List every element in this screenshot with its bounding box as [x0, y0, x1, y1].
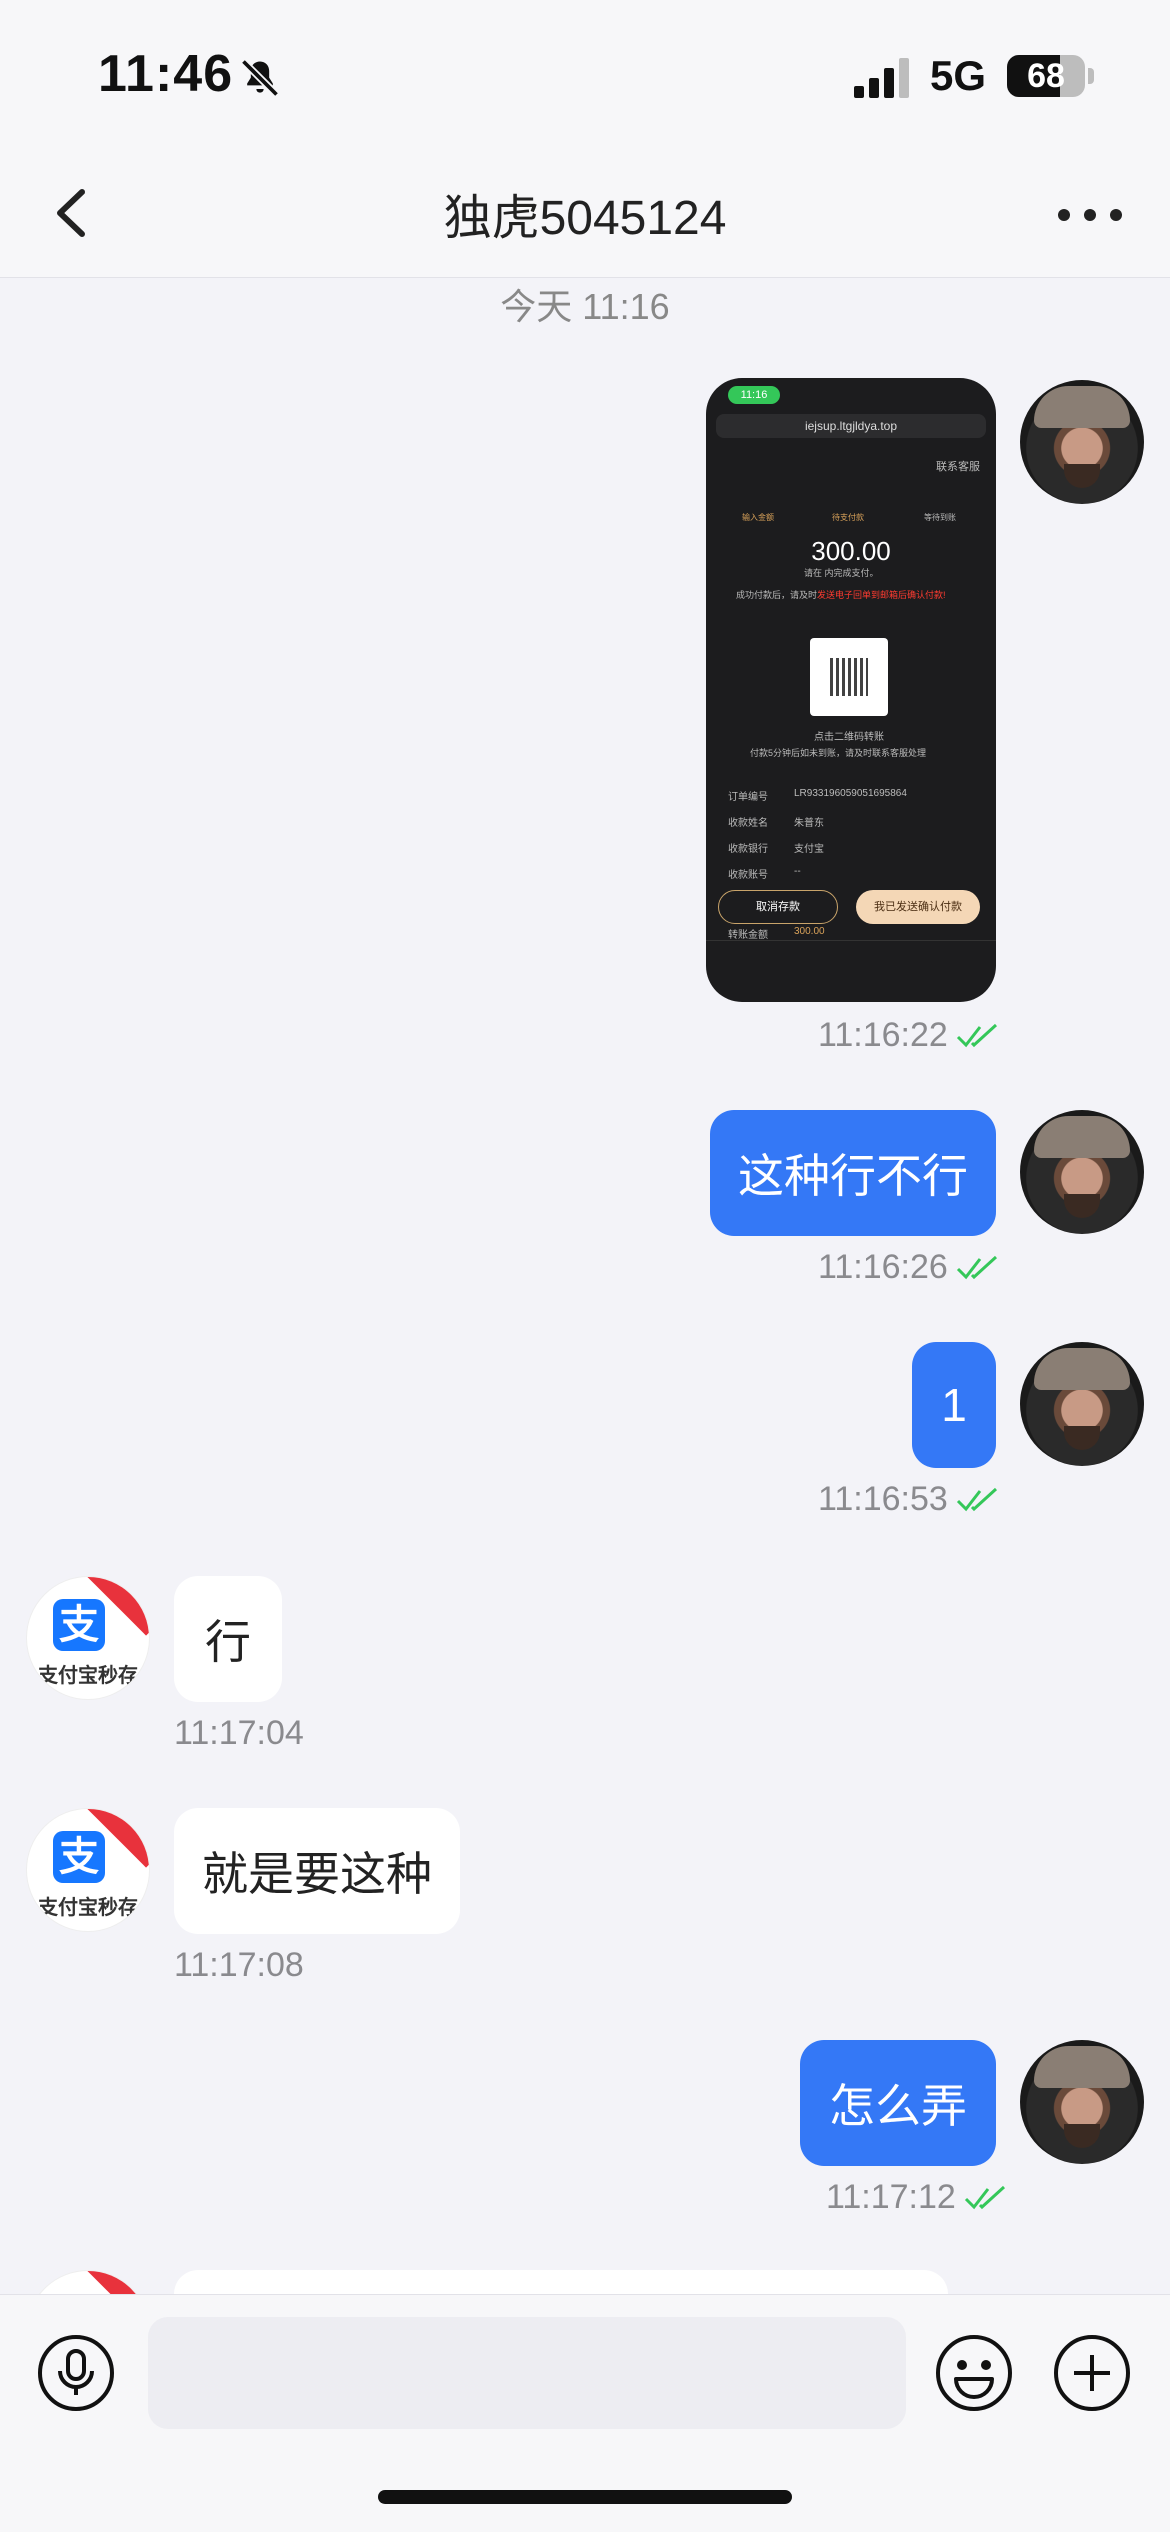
- double-check-icon: [956, 1487, 997, 1511]
- shot-row-value: 支付宝: [794, 844, 824, 855]
- message-meta: 11:16:22: [818, 1016, 1000, 1055]
- message-bubble[interactable]: 就是要这种: [174, 1808, 460, 1934]
- message-meta: 11:17:08: [174, 1946, 304, 1985]
- message-bubble[interactable]: 行: [174, 1576, 282, 1702]
- shot-status-time: 11:16: [728, 386, 780, 404]
- message-time: 11:16:53: [818, 1480, 948, 1518]
- message-bubble[interactable]: 这种行不行: [710, 1110, 996, 1236]
- message-time: 11:17:12: [826, 2178, 956, 2216]
- alipay-logo: 支: [53, 1599, 105, 1651]
- shot-row-value: 300.00: [794, 926, 825, 937]
- status-time: 11:46: [98, 45, 234, 103]
- shot-row-label: 订单编号: [728, 792, 768, 803]
- shot-row-value: 朱普东: [794, 818, 824, 829]
- bot-avatar-name: 支付宝秒存: [38, 1897, 138, 1919]
- double-check-icon: [964, 2185, 1005, 2209]
- shot-qr-caption2: 付款5分钟后如未到账，请及时联系客服处理: [750, 748, 927, 758]
- message-time: 11:17:04: [174, 1714, 304, 1752]
- bot-avatar[interactable]: 支 支付宝秒存: [26, 1808, 150, 1932]
- shot-header-right: 联系客服: [936, 461, 980, 473]
- shot-row-label: 转账金额: [728, 930, 768, 941]
- avatar[interactable]: [1020, 2040, 1144, 2164]
- home-indicator: [378, 2490, 792, 2504]
- shot-cancel-button: 取消存款: [718, 890, 838, 924]
- message-meta: 11:16:26: [818, 1248, 1000, 1287]
- bell-slash-icon: [240, 58, 280, 98]
- message-bubble[interactable]: 1: [912, 1342, 996, 1468]
- message-bubble[interactable]: 怎么弄: [800, 2040, 996, 2166]
- qr-code: [810, 638, 888, 716]
- status-bar: 11:46 5G 68: [0, 0, 1170, 150]
- message-meta: 11:16:53: [818, 1480, 1000, 1519]
- bot-avatar-name: 支付宝秒存: [38, 1665, 138, 1687]
- chat-header: 独虎5045124: [0, 150, 1170, 278]
- shot-row-label: 收款账号: [728, 870, 768, 881]
- shot-amount: 300.00: [811, 536, 891, 566]
- message-time: 11:16:26: [818, 1248, 948, 1286]
- double-check-icon: [956, 1023, 997, 1047]
- message-input[interactable]: [148, 2317, 906, 2429]
- shot-browser-toolbar: [706, 940, 996, 976]
- chat-title: 独虎5045124: [443, 192, 727, 245]
- battery-percent: 68: [1027, 57, 1065, 95]
- shot-row-value: --: [794, 866, 801, 877]
- shot-row-label: 收款银行: [728, 844, 768, 855]
- double-check-icon: [956, 1255, 997, 1279]
- shot-step: 等待到账: [924, 513, 956, 522]
- message-time: 11:17:08: [174, 1946, 304, 1984]
- shot-qr-caption: 点击二维码转账: [814, 732, 884, 743]
- shot-tip2-text: 成功付款后，请及时: [736, 590, 818, 600]
- shot-tip2: 成功付款后，请及时发送电子回单到邮箱后确认付款!: [736, 588, 946, 601]
- message-time: 11:16:22: [818, 1016, 948, 1054]
- smiley-icon[interactable]: [934, 2333, 1014, 2413]
- bot-avatar[interactable]: 支 支付宝秒存: [26, 1576, 150, 1700]
- shot-step: 待支付款: [832, 513, 864, 522]
- avatar[interactable]: [1020, 1342, 1144, 1466]
- shot-confirm-button: 我已发送确认付款: [856, 890, 980, 924]
- microphone-icon[interactable]: [36, 2333, 116, 2413]
- network-label: 5G: [930, 52, 987, 99]
- shot-row-value: LR933196059051695864: [794, 788, 907, 799]
- alipay-logo: 支: [53, 1831, 105, 1883]
- shot-url: iejsup.ltgjldya.top: [716, 414, 986, 438]
- date-separator: 今天 11:16: [500, 286, 670, 327]
- avatar[interactable]: [1020, 380, 1144, 504]
- shot-tip1: 请在 内完成支付。: [804, 568, 879, 578]
- ellipsis-icon[interactable]: [1050, 185, 1130, 245]
- battery-icon: 68: [1007, 55, 1085, 97]
- plus-circle-icon[interactable]: [1052, 2333, 1132, 2413]
- avatar[interactable]: [1020, 1110, 1144, 1234]
- signal-icon: [854, 58, 909, 98]
- shot-tip2-red: 发送电子回单到邮箱后确认付款!: [817, 590, 946, 600]
- shot-row-label: 收款姓名: [728, 818, 768, 829]
- shot-step: 输入金额: [742, 513, 774, 522]
- message-meta: 11:17:12: [826, 2178, 1008, 2217]
- message-meta: 11:17:04: [174, 1714, 304, 1753]
- battery-tip: [1088, 68, 1094, 84]
- image-message[interactable]: 11:16 iejsup.ltgjldya.top 联系客服 输入金额 待支付款…: [706, 378, 996, 1002]
